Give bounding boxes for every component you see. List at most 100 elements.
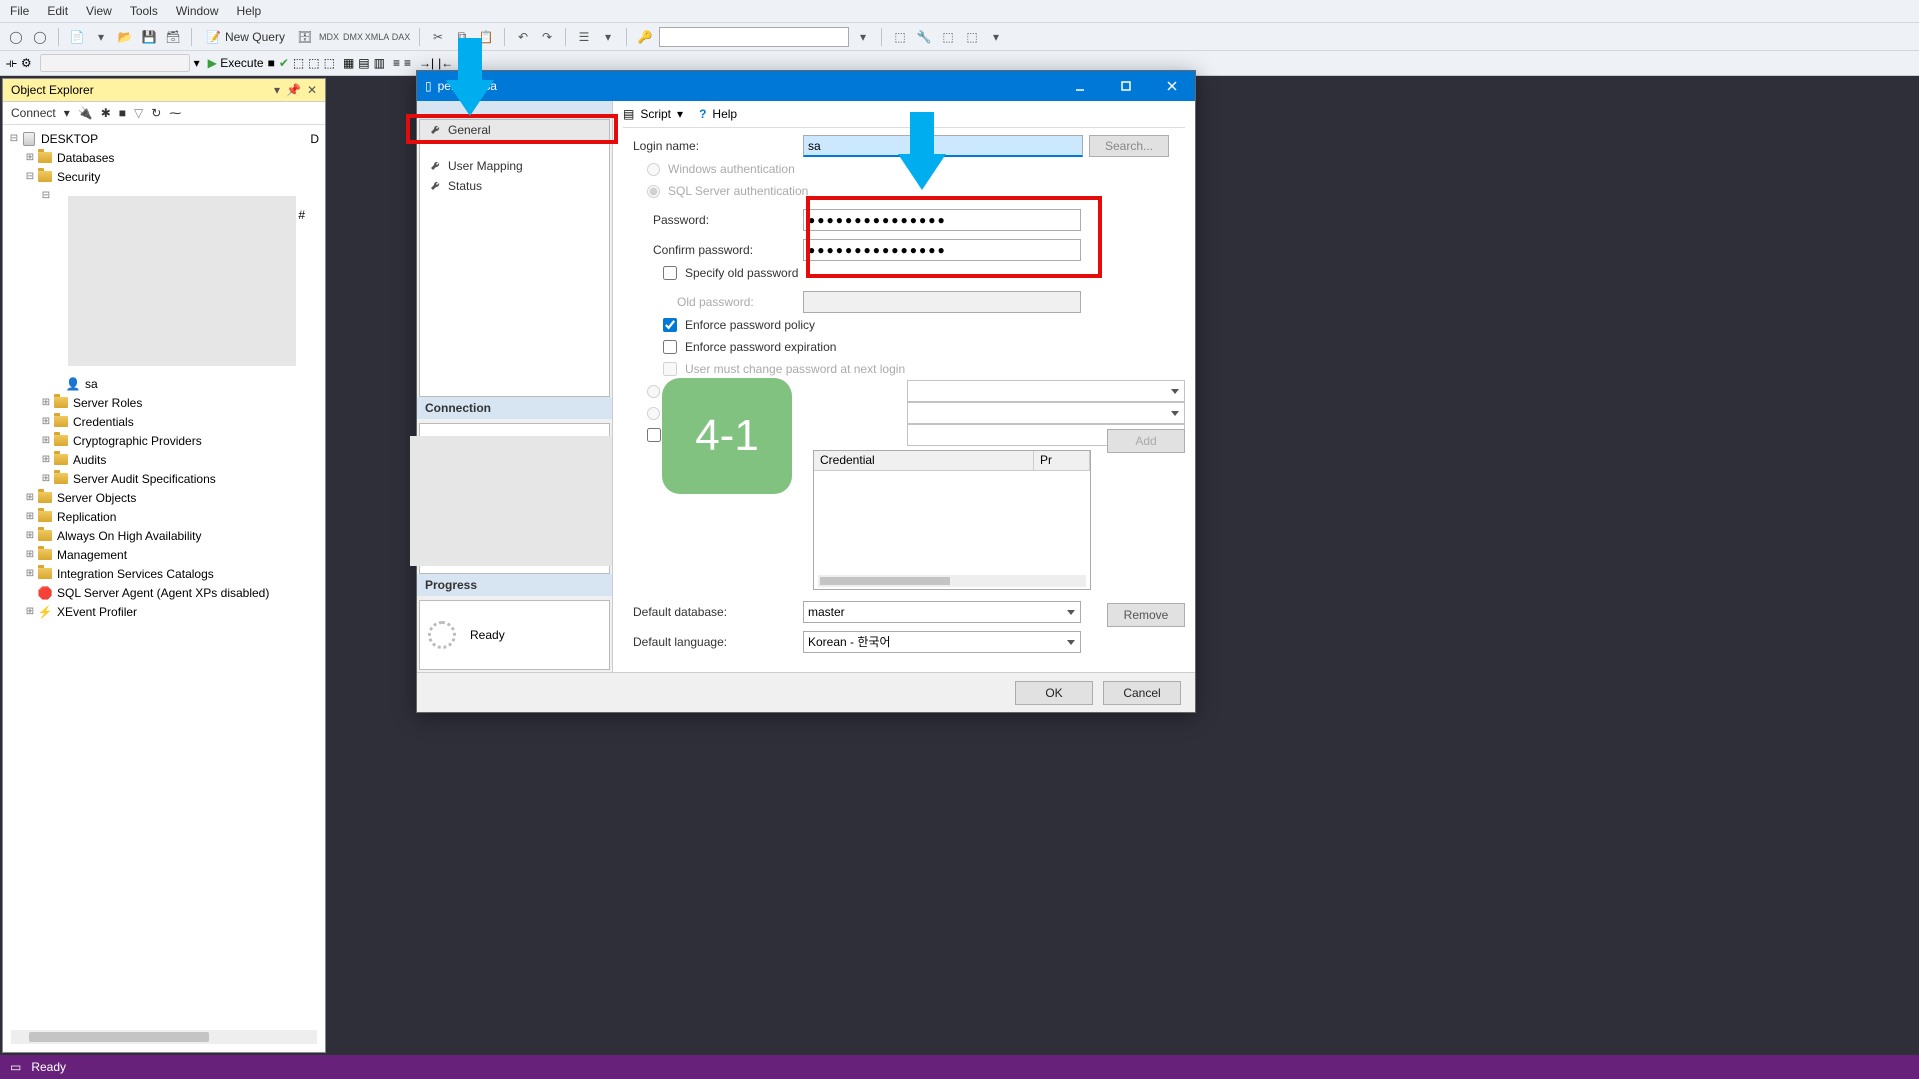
page-status[interactable]: Status: [420, 176, 609, 196]
nav-back-icon[interactable]: ◯: [6, 27, 26, 47]
mdx-query-icon[interactable]: MDX: [319, 27, 339, 47]
credentials-grid[interactable]: Credential Pr: [813, 450, 1091, 590]
maximize-button[interactable]: [1103, 71, 1149, 101]
quick-launch-input[interactable]: [659, 27, 849, 47]
script-dropdown[interactable]: Script: [640, 107, 671, 121]
chevron-down-icon[interactable]: ▾: [986, 27, 1006, 47]
tool-icon[interactable]: ⬚: [324, 56, 335, 70]
xmla-query-icon[interactable]: XMLA: [367, 27, 387, 47]
stop-icon[interactable]: ■: [268, 56, 275, 70]
menu-window[interactable]: Window: [176, 4, 219, 18]
results-grid-icon[interactable]: ▦: [343, 56, 354, 70]
activity-monitor-icon[interactable]: 🔑: [635, 27, 655, 47]
tree-replication[interactable]: Replication: [57, 510, 116, 524]
nav-fwd-icon[interactable]: ◯: [30, 27, 50, 47]
database-combo[interactable]: [40, 54, 190, 72]
enforce-expiration-checkbox[interactable]: [663, 340, 677, 354]
tool-icon[interactable]: ⬚: [890, 27, 910, 47]
tool-icon[interactable]: ⚙: [21, 56, 32, 70]
ok-button[interactable]: OK: [1015, 681, 1093, 705]
menu-file[interactable]: File: [10, 4, 29, 18]
default-language-combo[interactable]: Korean - 한국어: [803, 631, 1081, 653]
disconnect-icon[interactable]: ✱: [101, 106, 111, 120]
chevron-down-icon[interactable]: ▾: [194, 56, 200, 70]
tree-audit-spec[interactable]: Server Audit Specifications: [73, 472, 216, 486]
remove-button[interactable]: Remove: [1107, 603, 1185, 627]
tree-security[interactable]: Security: [57, 170, 100, 184]
tree-root[interactable]: DESKTOP: [41, 132, 98, 146]
tool-icon[interactable]: ⬚: [308, 56, 319, 70]
close-button[interactable]: [1149, 71, 1195, 101]
annotation-badge: 4-1: [662, 378, 792, 494]
check-icon[interactable]: ✔: [279, 56, 289, 70]
tree-sa[interactable]: sa: [85, 377, 98, 391]
map-cred-checkbox[interactable]: [647, 428, 661, 442]
db-engine-query-icon[interactable]: 🗄: [295, 27, 315, 47]
search-button[interactable]: Search...: [1089, 135, 1169, 157]
close-icon[interactable]: ✕: [307, 83, 317, 97]
redo-icon[interactable]: ↷: [537, 27, 557, 47]
tree-credentials[interactable]: Credentials: [73, 415, 134, 429]
uncomment-icon[interactable]: ≡: [404, 56, 411, 70]
menu-help[interactable]: Help: [237, 4, 262, 18]
dmx-query-icon[interactable]: DMX: [343, 27, 363, 47]
tool-icon[interactable]: ⬚: [938, 27, 958, 47]
comment-icon[interactable]: ≡: [393, 56, 400, 70]
wrench-icon: [430, 180, 442, 192]
indent-icon[interactable]: →|: [419, 56, 434, 70]
dax-query-icon[interactable]: DAX: [391, 27, 411, 47]
minimize-button[interactable]: [1057, 71, 1103, 101]
menu-view[interactable]: View: [86, 4, 112, 18]
tree-audits[interactable]: Audits: [73, 453, 106, 467]
parse-icon[interactable]: ⟛: [6, 56, 17, 71]
new-query-button[interactable]: 📝 New Query: [200, 30, 291, 44]
tree-server-roles[interactable]: Server Roles: [73, 396, 142, 410]
page-user-mapping[interactable]: User Mapping: [420, 156, 609, 176]
tool-icon[interactable]: ⬚: [962, 27, 982, 47]
open-icon[interactable]: 📂: [115, 27, 135, 47]
save-icon[interactable]: 💾: [139, 27, 159, 47]
results-file-icon[interactable]: ▥: [374, 56, 385, 70]
menu-tools[interactable]: Tools: [130, 4, 158, 18]
pin-icon[interactable]: 📌: [286, 83, 301, 97]
stop-icon[interactable]: ■: [119, 106, 126, 120]
panel-dropdown-icon[interactable]: ▾: [274, 83, 280, 97]
enforce-policy-checkbox[interactable]: [663, 318, 677, 332]
cut-icon[interactable]: ✂: [428, 27, 448, 47]
object-explorer-toolbar: Connect ▾ 🔌 ✱ ■ ▽ ↻ ⁓: [3, 102, 325, 125]
cancel-button[interactable]: Cancel: [1103, 681, 1181, 705]
tool-icon[interactable]: ⬚: [293, 56, 304, 70]
estimated-plan-icon[interactable]: ☰: [574, 27, 594, 47]
grid-scrollbar[interactable]: [818, 575, 1086, 587]
new-project-icon[interactable]: 📄: [67, 27, 87, 47]
tree-databases[interactable]: Databases: [57, 151, 114, 165]
default-database-combo[interactable]: master: [803, 601, 1081, 623]
connect-dropdown[interactable]: Connect: [11, 106, 56, 120]
results-text-icon[interactable]: ▤: [358, 56, 369, 70]
tree-isc[interactable]: Integration Services Catalogs: [57, 567, 214, 581]
redacted-region: [410, 436, 616, 566]
tree-management[interactable]: Management: [57, 548, 127, 562]
menu-edit[interactable]: Edit: [47, 4, 68, 18]
wrench-icon[interactable]: 🔧: [914, 27, 934, 47]
save-all-icon[interactable]: 🗃: [163, 27, 183, 47]
filter-icon[interactable]: ▽: [134, 106, 143, 120]
connect-icon[interactable]: 🔌: [78, 106, 93, 120]
pulse-icon[interactable]: ⁓: [169, 106, 181, 120]
chevron-down-icon[interactable]: ▾: [598, 27, 618, 47]
cred-col-credential: Credential: [814, 451, 1034, 470]
tree-agent[interactable]: SQL Server Agent (Agent XPs disabled): [57, 586, 269, 600]
tree-xevent[interactable]: XEvent Profiler: [57, 605, 137, 619]
tree-scrollbar[interactable]: [11, 1030, 317, 1044]
undo-icon[interactable]: ↶: [513, 27, 533, 47]
tree-server-objects[interactable]: Server Objects: [57, 491, 136, 505]
help-link[interactable]: Help: [712, 107, 737, 121]
chevron-down-icon[interactable]: ▾: [91, 27, 111, 47]
tree-crypto[interactable]: Cryptographic Providers: [73, 434, 202, 448]
chevron-down-icon[interactable]: ▾: [853, 27, 873, 47]
refresh-icon[interactable]: ↻: [151, 106, 161, 120]
execute-button[interactable]: ▶ Execute: [208, 56, 264, 70]
chevron-down-icon[interactable]: ▾: [677, 107, 683, 121]
tree-always-on[interactable]: Always On High Availability: [57, 529, 202, 543]
specify-old-password-checkbox[interactable]: [663, 266, 677, 280]
